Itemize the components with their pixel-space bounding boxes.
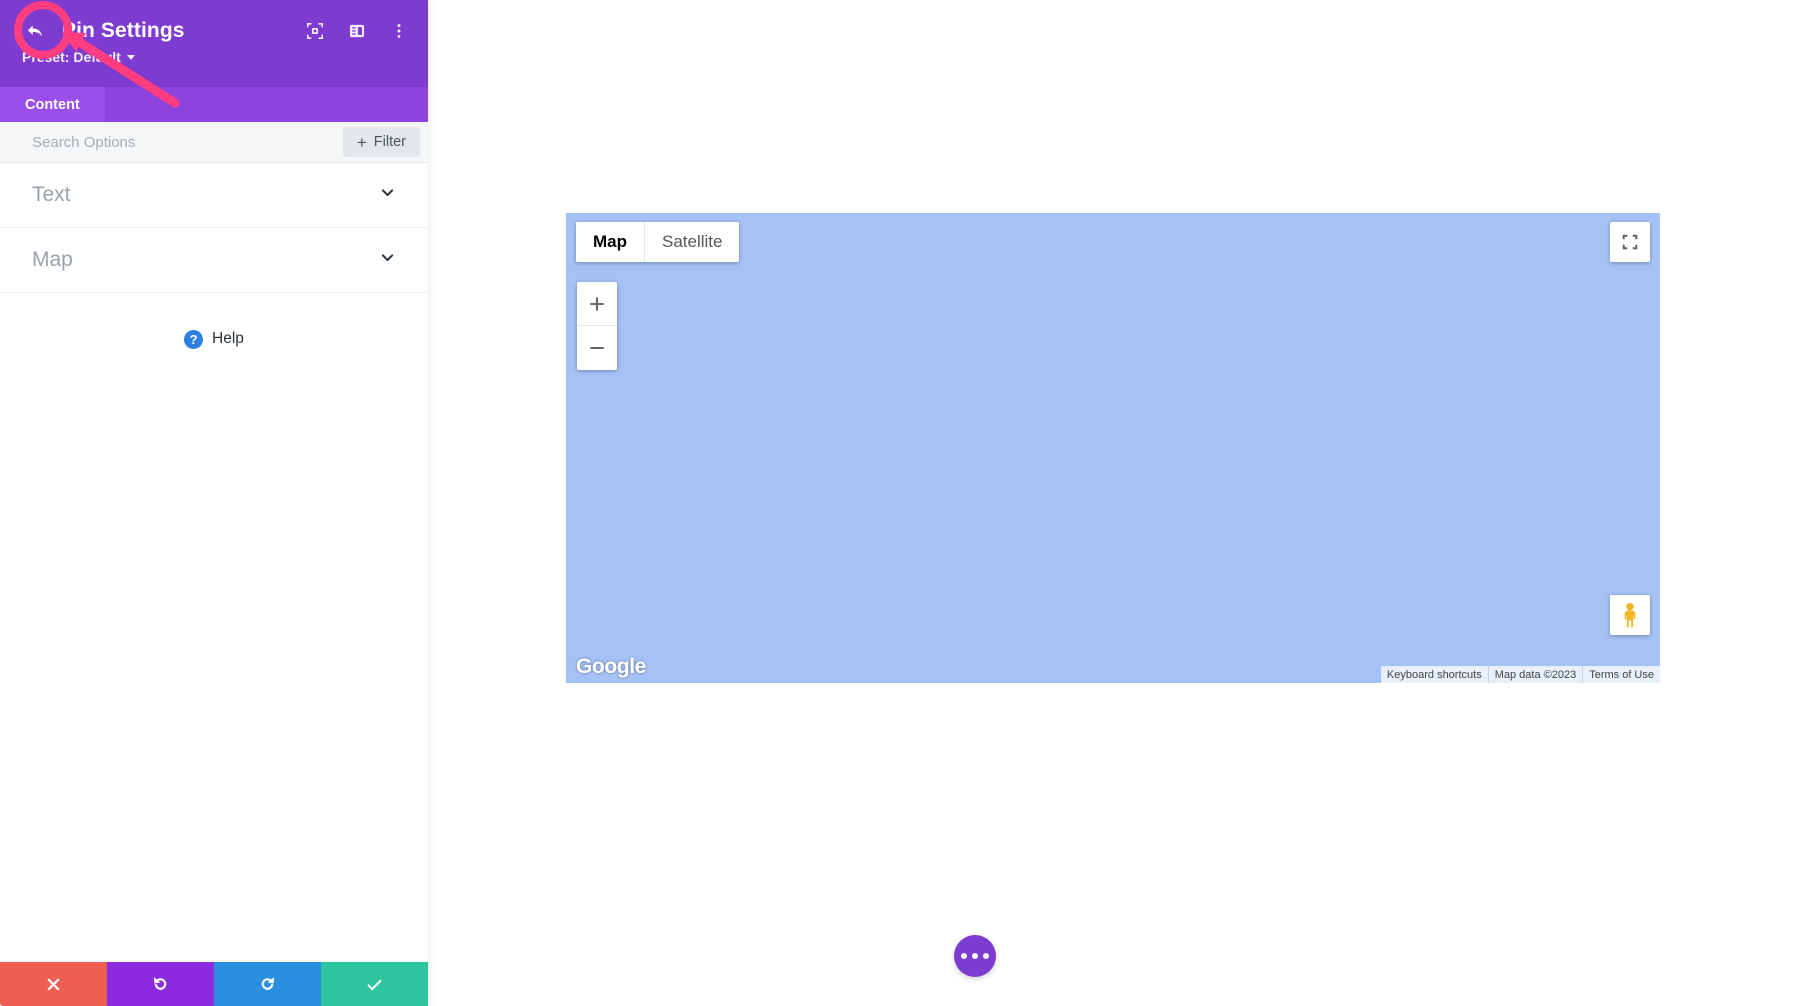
fullscreen-icon — [1622, 234, 1638, 250]
chevron-down-icon-glyph — [381, 189, 394, 197]
redo-icon — [261, 976, 275, 990]
search-input[interactable] — [32, 122, 343, 162]
back-arrow-icon — [27, 25, 42, 37]
cancel-button[interactable] — [0, 962, 107, 1006]
map-type-map-button[interactable]: Map — [576, 222, 644, 262]
more-vertical-icon-glyph — [397, 24, 401, 38]
plus-icon: + — [356, 132, 367, 152]
undo-icon — [153, 976, 167, 990]
builder-canvas: Map Satellite Google Keyboard shortcuts … — [428, 0, 1800, 1006]
panel-header-icon-group — [304, 20, 410, 42]
chevron-down-icon — [379, 184, 396, 206]
fullscreen-button[interactable] — [1610, 222, 1650, 262]
help-label: Help — [212, 330, 244, 347]
focus-target-icon-glyph — [307, 23, 323, 39]
map-zoom-control — [577, 282, 617, 370]
zoom-in-button[interactable] — [577, 282, 617, 326]
map-data-copyright: Map data ©2023 — [1487, 666, 1583, 683]
panel-action-bar — [0, 962, 428, 1006]
keyboard-shortcuts-link[interactable]: Keyboard shortcuts — [1381, 666, 1488, 683]
chevron-down-icon-glyph — [381, 254, 394, 262]
focus-target-icon[interactable] — [304, 20, 326, 42]
street-view-pegman-icon — [1624, 602, 1636, 627]
terms-of-use-link[interactable]: Terms of Use — [1582, 666, 1660, 683]
chevron-down-icon — [379, 249, 396, 271]
filter-button[interactable]: + Filter — [342, 127, 420, 157]
plus-icon — [590, 296, 604, 311]
map-attribution-bar: Keyboard shortcuts Map data ©2023 Terms … — [1380, 666, 1660, 683]
panel-body-spacer — [0, 369, 428, 962]
back-arrow-button[interactable] — [18, 14, 52, 48]
minus-icon — [590, 347, 604, 349]
module-settings-fab[interactable] — [954, 935, 996, 977]
filter-button-label: Filter — [373, 134, 406, 150]
checkmark-icon — [367, 979, 382, 990]
map-type-satellite-button[interactable]: Satellite — [644, 222, 740, 262]
google-logo: Google — [576, 655, 646, 678]
pin-settings-panel: Pin Settings Preset: Default Content Sea… — [0, 0, 428, 1006]
page-title: Pin Settings — [62, 19, 185, 42]
caret-down-icon — [126, 54, 135, 60]
layout-sidebar-icon[interactable] — [346, 20, 368, 42]
settings-sections: Text Map — [0, 163, 428, 293]
close-x-icon — [47, 977, 60, 991]
preset-label: Preset: Default — [22, 49, 121, 65]
section-map-label: Map — [32, 248, 73, 271]
section-text[interactable]: Text — [0, 163, 428, 228]
question-mark-icon: ? — [184, 329, 204, 349]
more-horizontal-icon-dot — [972, 953, 978, 959]
map-module[interactable]: Map Satellite Google Keyboard shortcuts … — [566, 213, 1660, 683]
redo-button[interactable] — [214, 962, 321, 1006]
section-map[interactable]: Map — [0, 228, 428, 293]
more-horizontal-icon-dot — [961, 953, 967, 959]
zoom-out-button[interactable] — [577, 326, 617, 370]
street-view-pegman-button[interactable] — [1610, 595, 1650, 635]
save-button[interactable] — [321, 962, 428, 1006]
search-options-row: + Filter — [0, 122, 428, 163]
help-link[interactable]: ? Help — [0, 309, 428, 369]
more-vertical-icon[interactable] — [388, 20, 410, 42]
panel-tab-strip: Content — [0, 87, 428, 122]
more-horizontal-icon-dot — [983, 953, 989, 959]
preset-selector[interactable]: Preset: Default — [22, 49, 135, 65]
undo-button[interactable] — [107, 962, 214, 1006]
map-type-control: Map Satellite — [576, 222, 740, 262]
section-text-label: Text — [32, 183, 71, 206]
tab-content[interactable]: Content — [0, 87, 105, 122]
panel-header: Pin Settings Preset: Default — [0, 0, 428, 87]
panel-header-top-row: Pin Settings — [18, 14, 410, 48]
layout-sidebar-icon-glyph — [349, 24, 365, 38]
